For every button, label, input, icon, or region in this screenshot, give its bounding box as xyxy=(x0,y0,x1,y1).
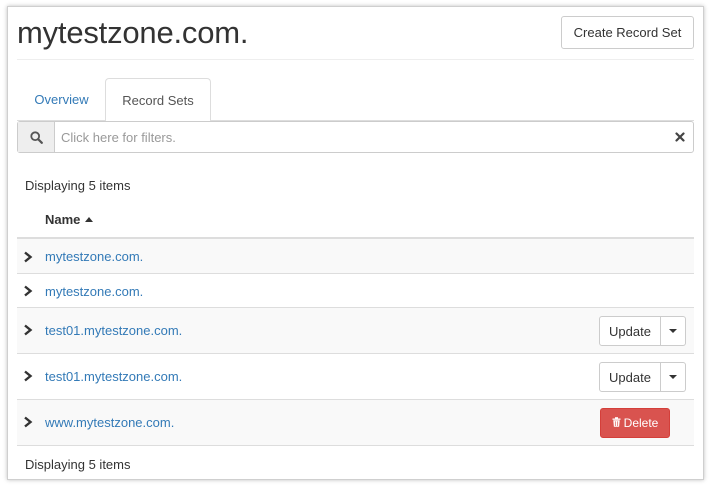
chevron-right-icon[interactable] xyxy=(23,251,33,263)
table-row: mytestzone.com. xyxy=(17,239,694,274)
record-set-link[interactable]: www.mytestzone.com. xyxy=(45,415,174,430)
table-header: Name xyxy=(17,203,694,239)
trash-icon xyxy=(612,416,621,430)
record-set-link[interactable]: test01.mytestzone.com. xyxy=(45,323,182,338)
chevron-right-icon[interactable] xyxy=(23,324,33,336)
create-record-set-button[interactable]: Create Record Set xyxy=(561,16,694,49)
item-count-top: Displaying 5 items xyxy=(25,178,131,193)
tab-bar: Overview Record Sets xyxy=(17,78,694,122)
chevron-right-icon[interactable] xyxy=(23,285,33,297)
delete-button[interactable]: Delete xyxy=(600,408,670,438)
actions-dropdown-toggle[interactable] xyxy=(661,316,686,346)
column-header-label: Name xyxy=(45,212,81,227)
delete-button-label: Delete xyxy=(623,416,659,430)
table-row: test01.mytestzone.com. Update xyxy=(17,354,694,400)
page-header: mytestzone.com. Create Record Set xyxy=(17,7,694,60)
record-set-link[interactable]: mytestzone.com. xyxy=(45,249,143,264)
update-button[interactable]: Update xyxy=(599,362,661,392)
item-count-bottom: Displaying 5 items xyxy=(25,457,131,472)
table-row: mytestzone.com. xyxy=(17,274,694,308)
update-button[interactable]: Update xyxy=(599,316,661,346)
page-title: mytestzone.com. xyxy=(17,15,249,50)
chevron-right-icon[interactable] xyxy=(23,370,33,382)
record-set-link[interactable]: test01.mytestzone.com. xyxy=(45,369,182,384)
record-set-table: mytestzone.com. mytestzone.com. test01.m… xyxy=(17,239,694,446)
update-button-group: Update xyxy=(599,316,686,346)
tab-record-sets[interactable]: Record Sets xyxy=(105,78,211,122)
filter-bar xyxy=(17,121,694,153)
table-row: test01.mytestzone.com. Update xyxy=(17,308,694,354)
sort-ascending-icon xyxy=(85,217,94,222)
close-icon[interactable] xyxy=(673,130,687,144)
column-header-name[interactable]: Name xyxy=(45,212,94,227)
table-row: www.mytestzone.com. Delete xyxy=(17,400,694,446)
caret-down-icon xyxy=(669,329,677,333)
record-set-link[interactable]: mytestzone.com. xyxy=(45,284,143,299)
filter-input[interactable] xyxy=(55,122,667,152)
window-frame: mytestzone.com. Create Record Set Overvi… xyxy=(7,6,704,480)
update-button-group: Update xyxy=(599,362,686,392)
chevron-right-icon[interactable] xyxy=(23,416,33,428)
tab-overview[interactable]: Overview xyxy=(19,78,104,121)
caret-down-icon xyxy=(669,375,677,379)
search-icon xyxy=(18,122,55,152)
actions-dropdown-toggle[interactable] xyxy=(661,362,686,392)
